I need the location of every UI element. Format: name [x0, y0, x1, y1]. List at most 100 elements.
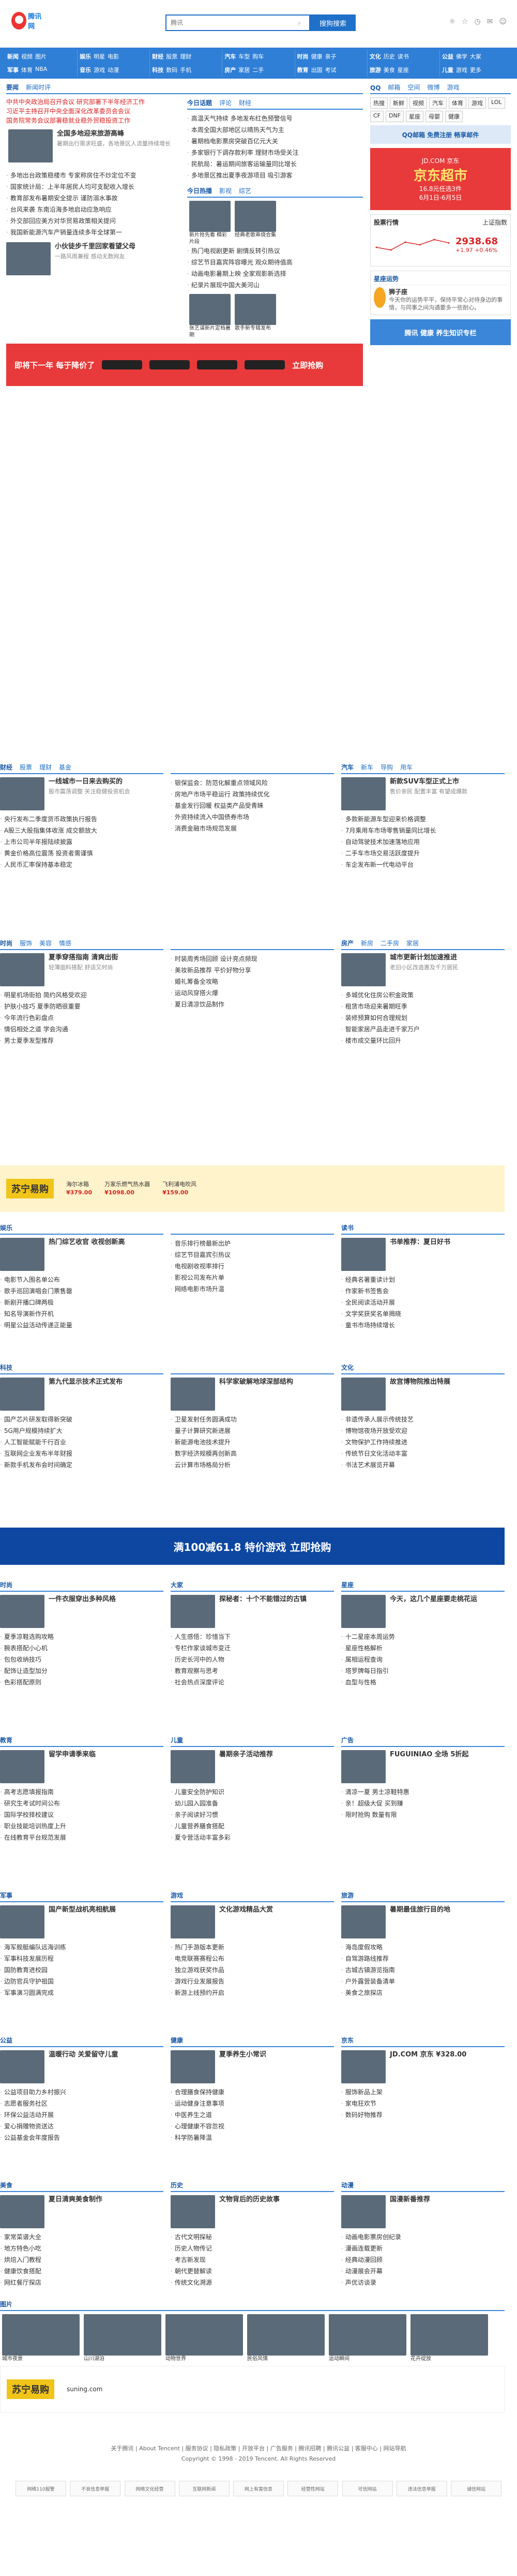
promo-banner[interactable]: 即将下一年 每于降价了 立即抢购: [6, 344, 363, 386]
cert-badge[interactable]: 诚信网站: [451, 2481, 501, 2496]
list-item[interactable]: 高考志愿填报指南: [0, 1786, 163, 1798]
list-item[interactable]: 传统文化溯源: [171, 2277, 334, 2288]
list-item[interactable]: 数码好物推荐: [341, 2109, 505, 2121]
photo-thumb[interactable]: [235, 294, 276, 325]
list-item[interactable]: 护肤小技巧 夏季防晒很重要: [0, 1001, 163, 1012]
feature[interactable]: 文物背后的历史故事: [171, 2195, 334, 2228]
list-item[interactable]: 二手车市场交易活跃度提升: [341, 848, 505, 859]
list-item[interactable]: 全民阅读活动开展: [341, 1297, 505, 1308]
feature[interactable]: 暑期最佳旅行目的地: [341, 1905, 505, 1938]
nav-item[interactable]: 房产: [224, 66, 236, 74]
list-item[interactable]: 家常菜谱大全: [0, 2231, 163, 2243]
list-item[interactable]: 公益项目助力乡村振兴: [0, 2086, 163, 2098]
feature-image[interactable]: [341, 2195, 386, 2228]
feature-image[interactable]: [171, 1750, 215, 1783]
list-item[interactable]: 多家银行下调存款利率 理财市场受关注: [187, 147, 363, 158]
list-item[interactable]: 烘焙入门教程: [0, 2254, 163, 2266]
feature-image[interactable]: [171, 2050, 215, 2083]
list-item[interactable]: 志愿者服务社区: [0, 2098, 163, 2109]
nav-item[interactable]: 股票: [166, 52, 177, 61]
feature-title[interactable]: 温暖行动 关爱留守儿童: [49, 2050, 118, 2059]
feature[interactable]: 留学申请季来临: [0, 1750, 163, 1783]
list-item[interactable]: 外交部回应美方对华贸易政策相关提问: [6, 215, 181, 227]
footer-links[interactable]: 关于腾讯 | About Tencent | 服务协议 | 隐私政策 | 开放平…: [0, 2444, 517, 2454]
photo-thumb[interactable]: [84, 2314, 161, 2356]
photo-card[interactable]: 民俗风情: [247, 2314, 325, 2369]
feature-title[interactable]: 新款SUV车型正式上市: [390, 777, 467, 786]
feature-image[interactable]: [0, 953, 44, 986]
section-heading[interactable]: 娱乐: [0, 1223, 12, 1234]
nav-item[interactable]: 新闻: [7, 52, 19, 61]
section-heading[interactable]: 时尚: [0, 939, 12, 949]
nav-item[interactable]: 教育: [297, 66, 309, 74]
list-item[interactable]: 家电狂欢节: [341, 2098, 505, 2109]
list-item[interactable]: 传统节日文化活动丰富: [341, 1448, 505, 1459]
stock-code[interactable]: 上证指数: [482, 218, 507, 227]
nav-item[interactable]: 美食: [384, 66, 395, 74]
list-item[interactable]: A股三大股指集体收涨 成交额放大: [0, 825, 163, 836]
list-item[interactable]: 文物保护工作持续推进: [341, 1437, 505, 1448]
list-item[interactable]: 动画电影票房创纪录: [341, 2231, 505, 2243]
list-item[interactable]: 央行发布二季度货币政策执行报告: [0, 813, 163, 825]
section-heading[interactable]: 广告: [341, 1736, 354, 1746]
feature-title[interactable]: 小伙徒步千里回家看望父母: [55, 242, 135, 251]
nav-item[interactable]: 手机: [180, 66, 191, 74]
hot-search-tag[interactable]: 游戏: [468, 97, 486, 109]
list-item[interactable]: 色彩搭配原则: [0, 1677, 163, 1688]
list-item[interactable]: 配饰让造型加分: [0, 1665, 163, 1677]
list-item[interactable]: 专栏作家谈城市变迁: [171, 1642, 334, 1654]
section-tab[interactable]: 新房: [361, 939, 373, 949]
nav-item[interactable]: 二手: [252, 66, 264, 74]
list-item[interactable]: 环保公益活动开展: [0, 2109, 163, 2121]
list-item[interactable]: 海军舰艇编队远海训练: [0, 1942, 163, 1953]
nav-item[interactable]: 明星: [94, 52, 105, 61]
list-item[interactable]: 5G用户规模持续扩大: [0, 1425, 163, 1437]
feature-image[interactable]: [341, 1905, 386, 1938]
list-item[interactable]: 纪录片展现中国大美河山: [187, 279, 363, 291]
list-item[interactable]: 夏令营活动丰富多彩: [171, 1832, 334, 1843]
list-item[interactable]: 高温天气持续 多地发布红色预警信号: [187, 113, 363, 124]
list-item[interactable]: 塔罗牌每日指引: [341, 1665, 505, 1677]
section-heading[interactable]: 游戏: [171, 1891, 183, 1901]
nav-item[interactable]: 图片: [35, 52, 47, 61]
photo-card[interactable]: 新片抢先看 精彩片段: [189, 201, 231, 245]
jd-ad[interactable]: JD.COM 京东 京东超市 16.8元任选3件 6月1日-6月5日: [370, 148, 511, 210]
section-heading[interactable]: 时尚: [0, 1580, 12, 1591]
weather-icon[interactable]: ☼: [449, 18, 455, 26]
list-item[interactable]: 车企发布新一代电动平台: [341, 859, 505, 870]
feature-image[interactable]: [341, 777, 386, 810]
feature-image[interactable]: [171, 1905, 215, 1938]
list-item[interactable]: 户外露营装备清单: [341, 1976, 505, 1987]
mail-promo[interactable]: QQ邮箱 免费注册 畅享邮件: [370, 125, 511, 144]
hot-search-tag[interactable]: 热搜: [370, 97, 388, 109]
cert-badge[interactable]: 网络110报警: [16, 2481, 66, 2496]
feature-image[interactable]: [0, 777, 44, 810]
list-item[interactable]: 新能源电池技术提升: [171, 1437, 334, 1448]
list-item[interactable]: 装修预算如何合理规划: [341, 1012, 505, 1024]
tab[interactable]: 影视: [219, 186, 232, 197]
list-item[interactable]: 作家新书签售会: [341, 1285, 505, 1297]
nav-item[interactable]: 文化: [370, 52, 381, 61]
list-item[interactable]: 人工智能赋能千行百业: [0, 1437, 163, 1448]
nav-item[interactable]: 理财: [180, 52, 191, 61]
list-item[interactable]: 知名导演新作开机: [0, 1308, 163, 1320]
photo-card[interactable]: 城市夜景: [2, 2314, 80, 2369]
list-item[interactable]: 房地产市场平稳运行 政策持续优化: [171, 789, 334, 800]
list-item[interactable]: 文学奖获奖名单揭晓: [341, 1308, 505, 1320]
section-heading[interactable]: 文化: [341, 1363, 354, 1373]
section-heading[interactable]: 旅游: [341, 1891, 354, 1901]
list-item[interactable]: 智能家居产品走进千家万户: [341, 1024, 505, 1035]
user-icon[interactable]: ☺: [499, 18, 507, 26]
photo-card[interactable]: 动物世界: [165, 2314, 243, 2369]
list-item[interactable]: 博物馆夜场开放受欢迎: [341, 1425, 505, 1437]
list-item[interactable]: 属相运程查询: [341, 1654, 505, 1665]
list-item[interactable]: 银保监会：防范化解重点领域风险: [171, 777, 334, 789]
nav-item[interactable]: 儿童: [442, 66, 453, 74]
photo-thumb[interactable]: [165, 2314, 243, 2356]
list-item[interactable]: 古城古镇游览指南: [341, 1964, 505, 1976]
clock-icon[interactable]: ◷: [474, 18, 480, 26]
feature-title[interactable]: 探秘者：十个不能错过的古镇: [219, 1595, 307, 1604]
list-item[interactable]: 夏日清凉饮品制作: [171, 999, 334, 1010]
headline[interactable]: 中共中央政治局召开会议 研究部署下半年经济工作: [6, 97, 181, 107]
feature-title[interactable]: 全国多地迎来旅游高峰: [57, 129, 171, 138]
